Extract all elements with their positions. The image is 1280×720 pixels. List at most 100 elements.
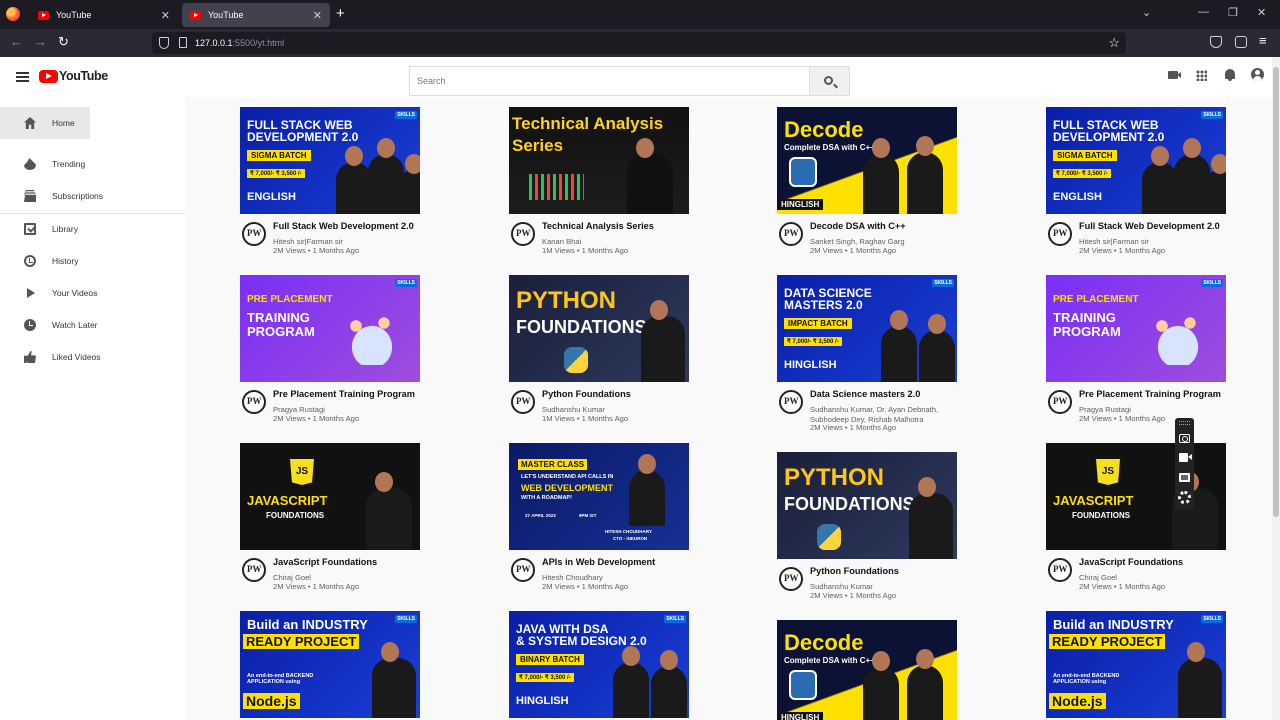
video-thumbnail[interactable]: JS JAVASCRIPT FOUNDATIONS xyxy=(1046,443,1226,550)
presenter-figure xyxy=(863,651,899,720)
video-thumbnail[interactable]: Technical Analysis Series xyxy=(509,107,689,214)
apps-grid-icon[interactable] xyxy=(1196,70,1207,81)
channel-avatar[interactable]: PW xyxy=(779,222,803,246)
gear-icon[interactable] xyxy=(1178,491,1191,504)
thumb-lang: HINGLISH xyxy=(784,359,837,371)
guide-menu-icon[interactable] xyxy=(16,72,29,82)
extensions-puzzle-icon[interactable] xyxy=(1235,36,1247,48)
close-window-icon[interactable]: ✕ xyxy=(1257,6,1266,19)
sidebar-item-home[interactable]: Home xyxy=(0,107,90,139)
video-title[interactable]: Pre Placement Training Program xyxy=(1079,389,1221,399)
channel-avatar[interactable]: PW xyxy=(511,222,535,246)
sidebar-item-subscriptions[interactable]: Subscriptions xyxy=(0,180,185,212)
address-bar[interactable]: 127.0.0.1:5500/yt.html ☆ xyxy=(152,32,1126,54)
scrollbar-thumb[interactable] xyxy=(1273,67,1279,517)
video-thumbnail[interactable]: MASTER CLASS LET'S UNDERSTAND API CALLS … xyxy=(509,443,689,550)
pocket-icon[interactable] xyxy=(1210,36,1222,48)
video-title[interactable]: Pre Placement Training Program xyxy=(273,389,415,399)
screenshot-camera-icon[interactable] xyxy=(1179,434,1190,443)
video-thumbnail[interactable]: Decode Complete DSA with C++ HINGLISH xyxy=(777,107,957,214)
new-tab-plus-icon[interactable]: + xyxy=(336,6,345,21)
list-all-tabs-chevron-icon[interactable]: ⌄ xyxy=(1142,6,1151,19)
video-thumbnail[interactable]: JS JAVASCRIPT FOUNDATIONS xyxy=(240,443,420,550)
drag-handle-icon[interactable] xyxy=(1179,421,1190,425)
thumb-line3: PROGRAM xyxy=(247,324,315,340)
avatar-text: PW xyxy=(1053,396,1068,406)
sidebar-item-trending[interactable]: Trending xyxy=(0,148,185,180)
youtube-logo-text[interactable]: YouTube xyxy=(59,69,108,83)
notifications-bell-icon[interactable] xyxy=(1225,69,1235,81)
channel-avatar[interactable]: PW xyxy=(1048,558,1072,582)
close-tab-icon[interactable]: ✕ xyxy=(161,9,170,22)
channel-avatar[interactable]: PW xyxy=(779,390,803,414)
avatar-text: PW xyxy=(1053,564,1068,574)
reload-icon[interactable]: ↻ xyxy=(58,35,69,49)
sidebar-item-label: Library xyxy=(52,224,78,234)
browser-tab-1[interactable]: YouTube ✕ xyxy=(30,3,178,27)
sidebar-item-watch-later[interactable]: Watch Later xyxy=(0,309,185,341)
video-title[interactable]: Decode DSA with C++ xyxy=(810,221,906,231)
presenter-figure xyxy=(366,472,412,550)
bookmark-star-icon[interactable]: ☆ xyxy=(1108,35,1120,51)
video-thumbnail[interactable]: DATA SCIENCE MASTERS 2.0 IMPACT BATCH ₹ 7… xyxy=(777,275,957,382)
video-thumbnail[interactable]: PRE PLACEMENT TRAINING PROGRAM SKILLS xyxy=(1046,275,1226,382)
page-scrollbar[interactable] xyxy=(1272,57,1280,720)
account-avatar-icon[interactable] xyxy=(1251,68,1264,81)
video-thumbnail[interactable]: Decode Complete DSA with C++ HINGLISH xyxy=(777,620,957,720)
sidebar-item-liked-videos[interactable]: Liked Videos xyxy=(0,341,185,373)
video-thumbnail[interactable]: Build an INDUSTRY READY PROJECT An end-t… xyxy=(1046,611,1226,718)
tracking-protection-shield-icon[interactable] xyxy=(159,37,169,49)
browser-tab-2-active[interactable]: YouTube ✕ xyxy=(182,3,330,27)
channel-avatar[interactable]: PW xyxy=(1048,222,1072,246)
back-arrow-icon[interactable]: ← xyxy=(10,35,23,49)
video-title[interactable]: Python Foundations xyxy=(810,566,899,576)
video-title[interactable]: APIs in Web Development xyxy=(542,557,655,567)
youtube-logo-icon[interactable] xyxy=(39,70,58,83)
page-info-icon[interactable] xyxy=(179,37,187,48)
thumb-line1: LET'S UNDERSTAND API CALLS IN xyxy=(521,474,614,480)
channel-avatar[interactable]: PW xyxy=(1048,390,1072,414)
video-thumbnail[interactable]: FULL STACK WEB DEVELOPMENT 2.0 SIGMA BATC… xyxy=(1046,107,1226,214)
channel-avatar[interactable]: PW xyxy=(511,558,535,582)
firefox-icon[interactable] xyxy=(6,7,20,21)
video-title[interactable]: Data Science masters 2.0 xyxy=(810,389,920,399)
channel-avatar[interactable]: PW xyxy=(779,567,803,591)
video-meta: 2M Views • 1 Months Ago xyxy=(810,591,897,600)
video-title[interactable]: Technical Analysis Series xyxy=(542,221,654,231)
channel-avatar[interactable]: PW xyxy=(242,558,266,582)
video-thumbnail[interactable]: FULL STACK WEB DEVELOPMENT 2.0 SIGMA BATC… xyxy=(240,107,420,214)
channel-avatar[interactable]: PW xyxy=(242,390,266,414)
restore-window-icon[interactable]: ❐ xyxy=(1228,6,1238,19)
history-icon xyxy=(24,255,36,267)
menu-hamburger-icon[interactable]: ≡ xyxy=(1259,34,1267,47)
meeting-illustration xyxy=(332,305,412,365)
thumb-speaker: HITESH CHOUDHARY xyxy=(605,529,652,534)
presenter-figure xyxy=(863,138,899,214)
video-title[interactable]: JavaScript Foundations xyxy=(1079,557,1183,567)
video-thumbnail[interactable]: JAVA WITH DSA & SYSTEM DESIGN 2.0 BINARY … xyxy=(509,611,689,718)
channel-name[interactable]: Sudhanshu Kumar, Dr. Ayan Debnath, Subho… xyxy=(810,405,975,424)
sidebar-item-library[interactable]: Library xyxy=(0,213,185,245)
thumb-lang: ENGLISH xyxy=(1053,191,1102,203)
channel-avatar[interactable]: PW xyxy=(242,222,266,246)
close-tab-icon[interactable]: ✕ xyxy=(313,9,322,22)
video-thumbnail[interactable]: Build an INDUSTRY READY PROJECT An end-t… xyxy=(240,611,420,718)
record-video-icon[interactable] xyxy=(1179,453,1192,462)
video-title[interactable]: JavaScript Foundations xyxy=(273,557,377,567)
forward-arrow-icon[interactable]: → xyxy=(34,35,47,49)
video-thumbnail[interactable]: PYTHON FOUNDATIONS xyxy=(509,275,689,382)
capture-screen-icon[interactable] xyxy=(1179,473,1190,482)
search-input[interactable] xyxy=(409,66,810,96)
thumb-tag: SIGMA BATCH xyxy=(1053,150,1117,161)
video-title[interactable]: Full Stack Web Development 2.0 xyxy=(273,221,414,231)
video-thumbnail[interactable]: PRE PLACEMENT TRAINING PROGRAM SKILLS xyxy=(240,275,420,382)
channel-avatar[interactable]: PW xyxy=(511,390,535,414)
sidebar-item-your-videos[interactable]: Your Videos xyxy=(0,277,185,309)
video-thumbnail[interactable]: PYTHON FOUNDATIONS xyxy=(777,452,957,559)
create-video-icon[interactable] xyxy=(1168,71,1181,79)
video-title[interactable]: Python Foundations xyxy=(542,389,631,399)
search-button[interactable] xyxy=(809,66,850,96)
minimize-window-icon[interactable]: — xyxy=(1198,6,1209,18)
sidebar-item-history[interactable]: History xyxy=(0,245,185,277)
video-title[interactable]: Full Stack Web Development 2.0 xyxy=(1079,221,1220,231)
